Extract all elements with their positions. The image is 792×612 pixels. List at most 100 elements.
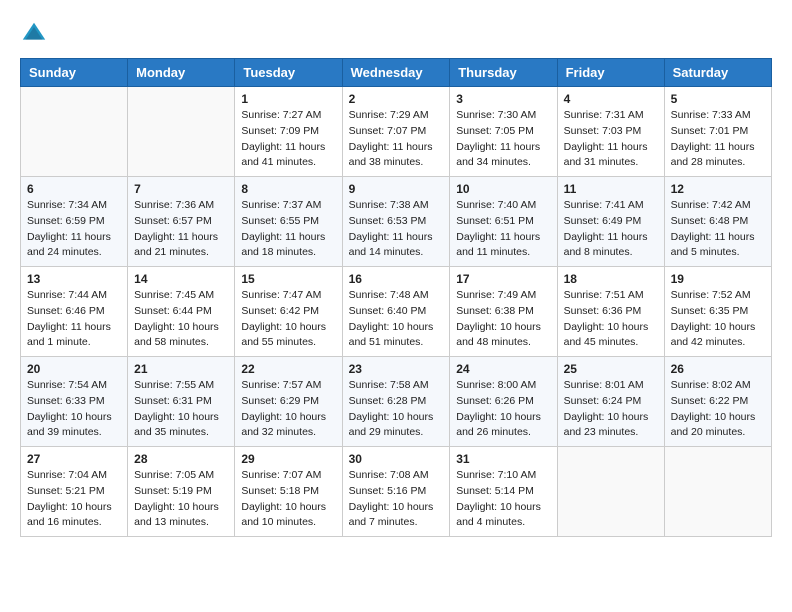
daylight: Daylight: 11 hours and 18 minutes.	[241, 231, 325, 259]
sunset: Sunset: 6:46 PM	[27, 305, 105, 317]
calendar-cell: 6 Sunrise: 7:34 AM Sunset: 6:59 PM Dayli…	[21, 177, 128, 267]
day-number: 27	[27, 452, 121, 466]
day-info: Sunrise: 7:08 AM Sunset: 5:16 PM Dayligh…	[349, 468, 444, 531]
day-number: 7	[134, 182, 228, 196]
header-friday: Friday	[557, 59, 664, 87]
calendar-cell	[557, 447, 664, 537]
day-info: Sunrise: 7:49 AM Sunset: 6:38 PM Dayligh…	[456, 288, 550, 351]
daylight: Daylight: 10 hours and 58 minutes.	[134, 321, 219, 349]
sunrise: Sunrise: 7:07 AM	[241, 469, 321, 481]
sunset: Sunset: 7:05 PM	[456, 125, 534, 137]
sunset: Sunset: 6:35 PM	[671, 305, 749, 317]
header-thursday: Thursday	[450, 59, 557, 87]
day-info: Sunrise: 7:10 AM Sunset: 5:14 PM Dayligh…	[456, 468, 550, 531]
sunrise: Sunrise: 7:36 AM	[134, 199, 214, 211]
day-number: 16	[349, 272, 444, 286]
day-number: 21	[134, 362, 228, 376]
day-info: Sunrise: 7:30 AM Sunset: 7:05 PM Dayligh…	[456, 108, 550, 171]
calendar-cell: 19 Sunrise: 7:52 AM Sunset: 6:35 PM Dayl…	[664, 267, 771, 357]
day-number: 5	[671, 92, 765, 106]
calendar-week-1: 1 Sunrise: 7:27 AM Sunset: 7:09 PM Dayli…	[21, 87, 772, 177]
calendar-cell: 5 Sunrise: 7:33 AM Sunset: 7:01 PM Dayli…	[664, 87, 771, 177]
day-info: Sunrise: 7:33 AM Sunset: 7:01 PM Dayligh…	[671, 108, 765, 171]
calendar-cell: 10 Sunrise: 7:40 AM Sunset: 6:51 PM Dayl…	[450, 177, 557, 267]
calendar-cell: 22 Sunrise: 7:57 AM Sunset: 6:29 PM Dayl…	[235, 357, 342, 447]
calendar-cell: 8 Sunrise: 7:37 AM Sunset: 6:55 PM Dayli…	[235, 177, 342, 267]
day-number: 2	[349, 92, 444, 106]
sunset: Sunset: 6:49 PM	[564, 215, 642, 227]
daylight: Daylight: 10 hours and 51 minutes.	[349, 321, 434, 349]
day-info: Sunrise: 7:54 AM Sunset: 6:33 PM Dayligh…	[27, 378, 121, 441]
calendar-cell: 27 Sunrise: 7:04 AM Sunset: 5:21 PM Dayl…	[21, 447, 128, 537]
calendar-cell: 25 Sunrise: 8:01 AM Sunset: 6:24 PM Dayl…	[557, 357, 664, 447]
day-info: Sunrise: 7:45 AM Sunset: 6:44 PM Dayligh…	[134, 288, 228, 351]
calendar-header-row: SundayMondayTuesdayWednesdayThursdayFrid…	[21, 59, 772, 87]
sunrise: Sunrise: 8:02 AM	[671, 379, 751, 391]
sunrise: Sunrise: 7:47 AM	[241, 289, 321, 301]
sunset: Sunset: 6:57 PM	[134, 215, 212, 227]
day-number: 11	[564, 182, 658, 196]
sunrise: Sunrise: 7:31 AM	[564, 109, 644, 121]
sunrise: Sunrise: 7:42 AM	[671, 199, 751, 211]
logo	[20, 20, 52, 48]
sunset: Sunset: 6:48 PM	[671, 215, 749, 227]
calendar-cell	[21, 87, 128, 177]
day-info: Sunrise: 7:05 AM Sunset: 5:19 PM Dayligh…	[134, 468, 228, 531]
calendar-cell: 3 Sunrise: 7:30 AM Sunset: 7:05 PM Dayli…	[450, 87, 557, 177]
sunrise: Sunrise: 7:54 AM	[27, 379, 107, 391]
calendar-week-5: 27 Sunrise: 7:04 AM Sunset: 5:21 PM Dayl…	[21, 447, 772, 537]
daylight: Daylight: 11 hours and 28 minutes.	[671, 141, 755, 169]
day-number: 8	[241, 182, 335, 196]
day-number: 3	[456, 92, 550, 106]
day-info: Sunrise: 7:40 AM Sunset: 6:51 PM Dayligh…	[456, 198, 550, 261]
day-number: 9	[349, 182, 444, 196]
sunrise: Sunrise: 7:55 AM	[134, 379, 214, 391]
daylight: Daylight: 10 hours and 7 minutes.	[349, 501, 434, 529]
sunset: Sunset: 6:40 PM	[349, 305, 427, 317]
day-number: 28	[134, 452, 228, 466]
day-info: Sunrise: 7:34 AM Sunset: 6:59 PM Dayligh…	[27, 198, 121, 261]
sunset: Sunset: 5:16 PM	[349, 485, 427, 497]
sunrise: Sunrise: 7:10 AM	[456, 469, 536, 481]
calendar-cell: 29 Sunrise: 7:07 AM Sunset: 5:18 PM Dayl…	[235, 447, 342, 537]
calendar-cell: 18 Sunrise: 7:51 AM Sunset: 6:36 PM Dayl…	[557, 267, 664, 357]
day-info: Sunrise: 7:48 AM Sunset: 6:40 PM Dayligh…	[349, 288, 444, 351]
day-number: 1	[241, 92, 335, 106]
calendar-cell: 4 Sunrise: 7:31 AM Sunset: 7:03 PM Dayli…	[557, 87, 664, 177]
day-info: Sunrise: 7:51 AM Sunset: 6:36 PM Dayligh…	[564, 288, 658, 351]
sunset: Sunset: 6:22 PM	[671, 395, 749, 407]
sunrise: Sunrise: 7:45 AM	[134, 289, 214, 301]
calendar-cell: 12 Sunrise: 7:42 AM Sunset: 6:48 PM Dayl…	[664, 177, 771, 267]
sunset: Sunset: 5:21 PM	[27, 485, 105, 497]
day-info: Sunrise: 7:04 AM Sunset: 5:21 PM Dayligh…	[27, 468, 121, 531]
sunrise: Sunrise: 7:30 AM	[456, 109, 536, 121]
day-info: Sunrise: 7:55 AM Sunset: 6:31 PM Dayligh…	[134, 378, 228, 441]
daylight: Daylight: 10 hours and 10 minutes.	[241, 501, 326, 529]
day-info: Sunrise: 7:42 AM Sunset: 6:48 PM Dayligh…	[671, 198, 765, 261]
sunset: Sunset: 6:24 PM	[564, 395, 642, 407]
sunrise: Sunrise: 7:04 AM	[27, 469, 107, 481]
sunset: Sunset: 6:28 PM	[349, 395, 427, 407]
calendar-cell: 28 Sunrise: 7:05 AM Sunset: 5:19 PM Dayl…	[128, 447, 235, 537]
sunrise: Sunrise: 7:29 AM	[349, 109, 429, 121]
day-number: 26	[671, 362, 765, 376]
sunset: Sunset: 6:33 PM	[27, 395, 105, 407]
daylight: Daylight: 10 hours and 48 minutes.	[456, 321, 541, 349]
day-number: 12	[671, 182, 765, 196]
day-info: Sunrise: 7:38 AM Sunset: 6:53 PM Dayligh…	[349, 198, 444, 261]
daylight: Daylight: 10 hours and 23 minutes.	[564, 411, 649, 439]
calendar-cell: 21 Sunrise: 7:55 AM Sunset: 6:31 PM Dayl…	[128, 357, 235, 447]
sunrise: Sunrise: 7:48 AM	[349, 289, 429, 301]
page-header	[20, 20, 772, 48]
calendar-cell: 16 Sunrise: 7:48 AM Sunset: 6:40 PM Dayl…	[342, 267, 450, 357]
sunset: Sunset: 7:03 PM	[564, 125, 642, 137]
sunset: Sunset: 6:29 PM	[241, 395, 319, 407]
daylight: Daylight: 10 hours and 13 minutes.	[134, 501, 219, 529]
day-info: Sunrise: 8:00 AM Sunset: 6:26 PM Dayligh…	[456, 378, 550, 441]
sunset: Sunset: 6:38 PM	[456, 305, 534, 317]
sunrise: Sunrise: 7:05 AM	[134, 469, 214, 481]
daylight: Daylight: 11 hours and 38 minutes.	[349, 141, 433, 169]
daylight: Daylight: 11 hours and 1 minute.	[27, 321, 111, 349]
day-number: 4	[564, 92, 658, 106]
calendar-cell: 14 Sunrise: 7:45 AM Sunset: 6:44 PM Dayl…	[128, 267, 235, 357]
